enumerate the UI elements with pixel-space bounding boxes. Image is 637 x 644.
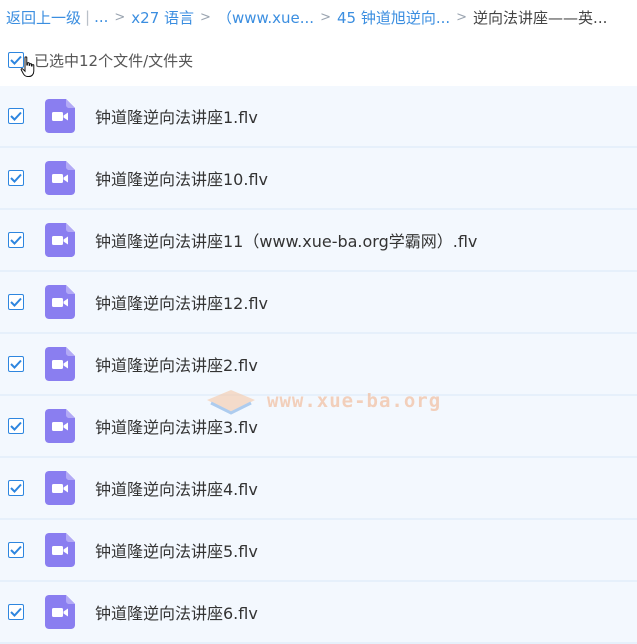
file-name: 钟道隆逆向法讲座2.flv bbox=[95, 356, 258, 375]
breadcrumb-current: 逆向法讲座——英... bbox=[473, 8, 608, 27]
file-checkbox[interactable] bbox=[8, 108, 24, 124]
file-checkbox[interactable] bbox=[8, 480, 24, 496]
file-row[interactable]: 钟道隆逆向法讲座11（www.xue-ba.org学霸网）.flv bbox=[0, 210, 637, 272]
file-checkbox[interactable] bbox=[8, 604, 24, 620]
file-list: 钟道隆逆向法讲座1.flv 钟道隆逆向法讲座10.flv 钟道隆逆向法讲座11（… bbox=[0, 86, 637, 644]
file-row[interactable]: 钟道隆逆向法讲座1.flv bbox=[0, 86, 637, 148]
file-name: 钟道隆逆向法讲座3.flv bbox=[95, 418, 258, 437]
file-name: 钟道隆逆向法讲座11（www.xue-ba.org学霸网）.flv bbox=[95, 232, 478, 251]
checkmark-icon bbox=[10, 545, 22, 555]
breadcrumb-divider: | bbox=[85, 8, 91, 26]
checkmark-icon bbox=[10, 235, 22, 245]
chevron-right-icon: > bbox=[200, 9, 211, 25]
checkmark-icon bbox=[10, 421, 22, 431]
breadcrumb-ellipsis[interactable]: ... bbox=[94, 8, 108, 26]
video-file-icon bbox=[45, 471, 75, 505]
video-file-icon bbox=[45, 595, 75, 629]
file-name: 钟道隆逆向法讲座5.flv bbox=[95, 542, 258, 561]
file-row[interactable]: 钟道隆逆向法讲座6.flv bbox=[0, 582, 637, 644]
checkmark-icon bbox=[10, 607, 22, 617]
breadcrumb-item-2[interactable]: （www.xue... bbox=[217, 7, 314, 28]
video-file-icon bbox=[45, 223, 75, 257]
file-name: 钟道隆逆向法讲座4.flv bbox=[95, 480, 258, 499]
checkmark-icon bbox=[10, 297, 22, 307]
chevron-right-icon: > bbox=[114, 9, 126, 25]
file-row[interactable]: 钟道隆逆向法讲座2.flv bbox=[0, 334, 637, 396]
hand-cursor-icon bbox=[20, 56, 35, 77]
video-file-icon bbox=[45, 409, 75, 443]
video-file-icon bbox=[45, 347, 75, 381]
video-file-icon bbox=[45, 161, 75, 195]
file-checkbox[interactable] bbox=[8, 356, 24, 372]
file-checkbox[interactable] bbox=[8, 232, 24, 248]
file-row[interactable]: 钟道隆逆向法讲座5.flv bbox=[0, 520, 637, 582]
select-all-bar: 已选中12个文件/文件夹 bbox=[0, 34, 637, 86]
video-file-icon bbox=[45, 99, 75, 133]
chevron-right-icon: > bbox=[456, 9, 468, 25]
checkmark-icon bbox=[10, 483, 22, 493]
file-checkbox[interactable] bbox=[8, 294, 24, 310]
file-row[interactable]: 钟道隆逆向法讲座10.flv bbox=[0, 148, 637, 210]
breadcrumb-item-3[interactable]: 45 钟道旭逆向... bbox=[337, 7, 450, 28]
file-name: 钟道隆逆向法讲座10.flv bbox=[95, 170, 268, 189]
selection-count-label: 已选中12个文件/文件夹 bbox=[34, 51, 194, 70]
chevron-right-icon: > bbox=[320, 9, 331, 25]
file-name: 钟道隆逆向法讲座6.flv bbox=[95, 604, 258, 623]
breadcrumb: 返回上一级 | ... > x27 语言 > （www.xue... > 45 … bbox=[0, 0, 637, 34]
file-row[interactable]: 钟道隆逆向法讲座3.flv bbox=[0, 396, 637, 458]
file-checkbox[interactable] bbox=[8, 170, 24, 186]
file-row[interactable]: 钟道隆逆向法讲座4.flv bbox=[0, 458, 637, 520]
file-checkbox[interactable] bbox=[8, 542, 24, 558]
file-name: 钟道隆逆向法讲座1.flv bbox=[95, 108, 258, 127]
video-file-icon bbox=[45, 285, 75, 319]
breadcrumb-item-1[interactable]: x27 语言 bbox=[131, 7, 194, 28]
file-checkbox[interactable] bbox=[8, 418, 24, 434]
back-link[interactable]: 返回上一级 bbox=[6, 7, 81, 28]
checkmark-icon bbox=[10, 111, 22, 121]
file-name: 钟道隆逆向法讲座12.flv bbox=[95, 294, 268, 313]
file-row[interactable]: 钟道隆逆向法讲座12.flv bbox=[0, 272, 637, 334]
checkmark-icon bbox=[10, 173, 22, 183]
video-file-icon bbox=[45, 533, 75, 567]
checkmark-icon bbox=[10, 359, 22, 369]
